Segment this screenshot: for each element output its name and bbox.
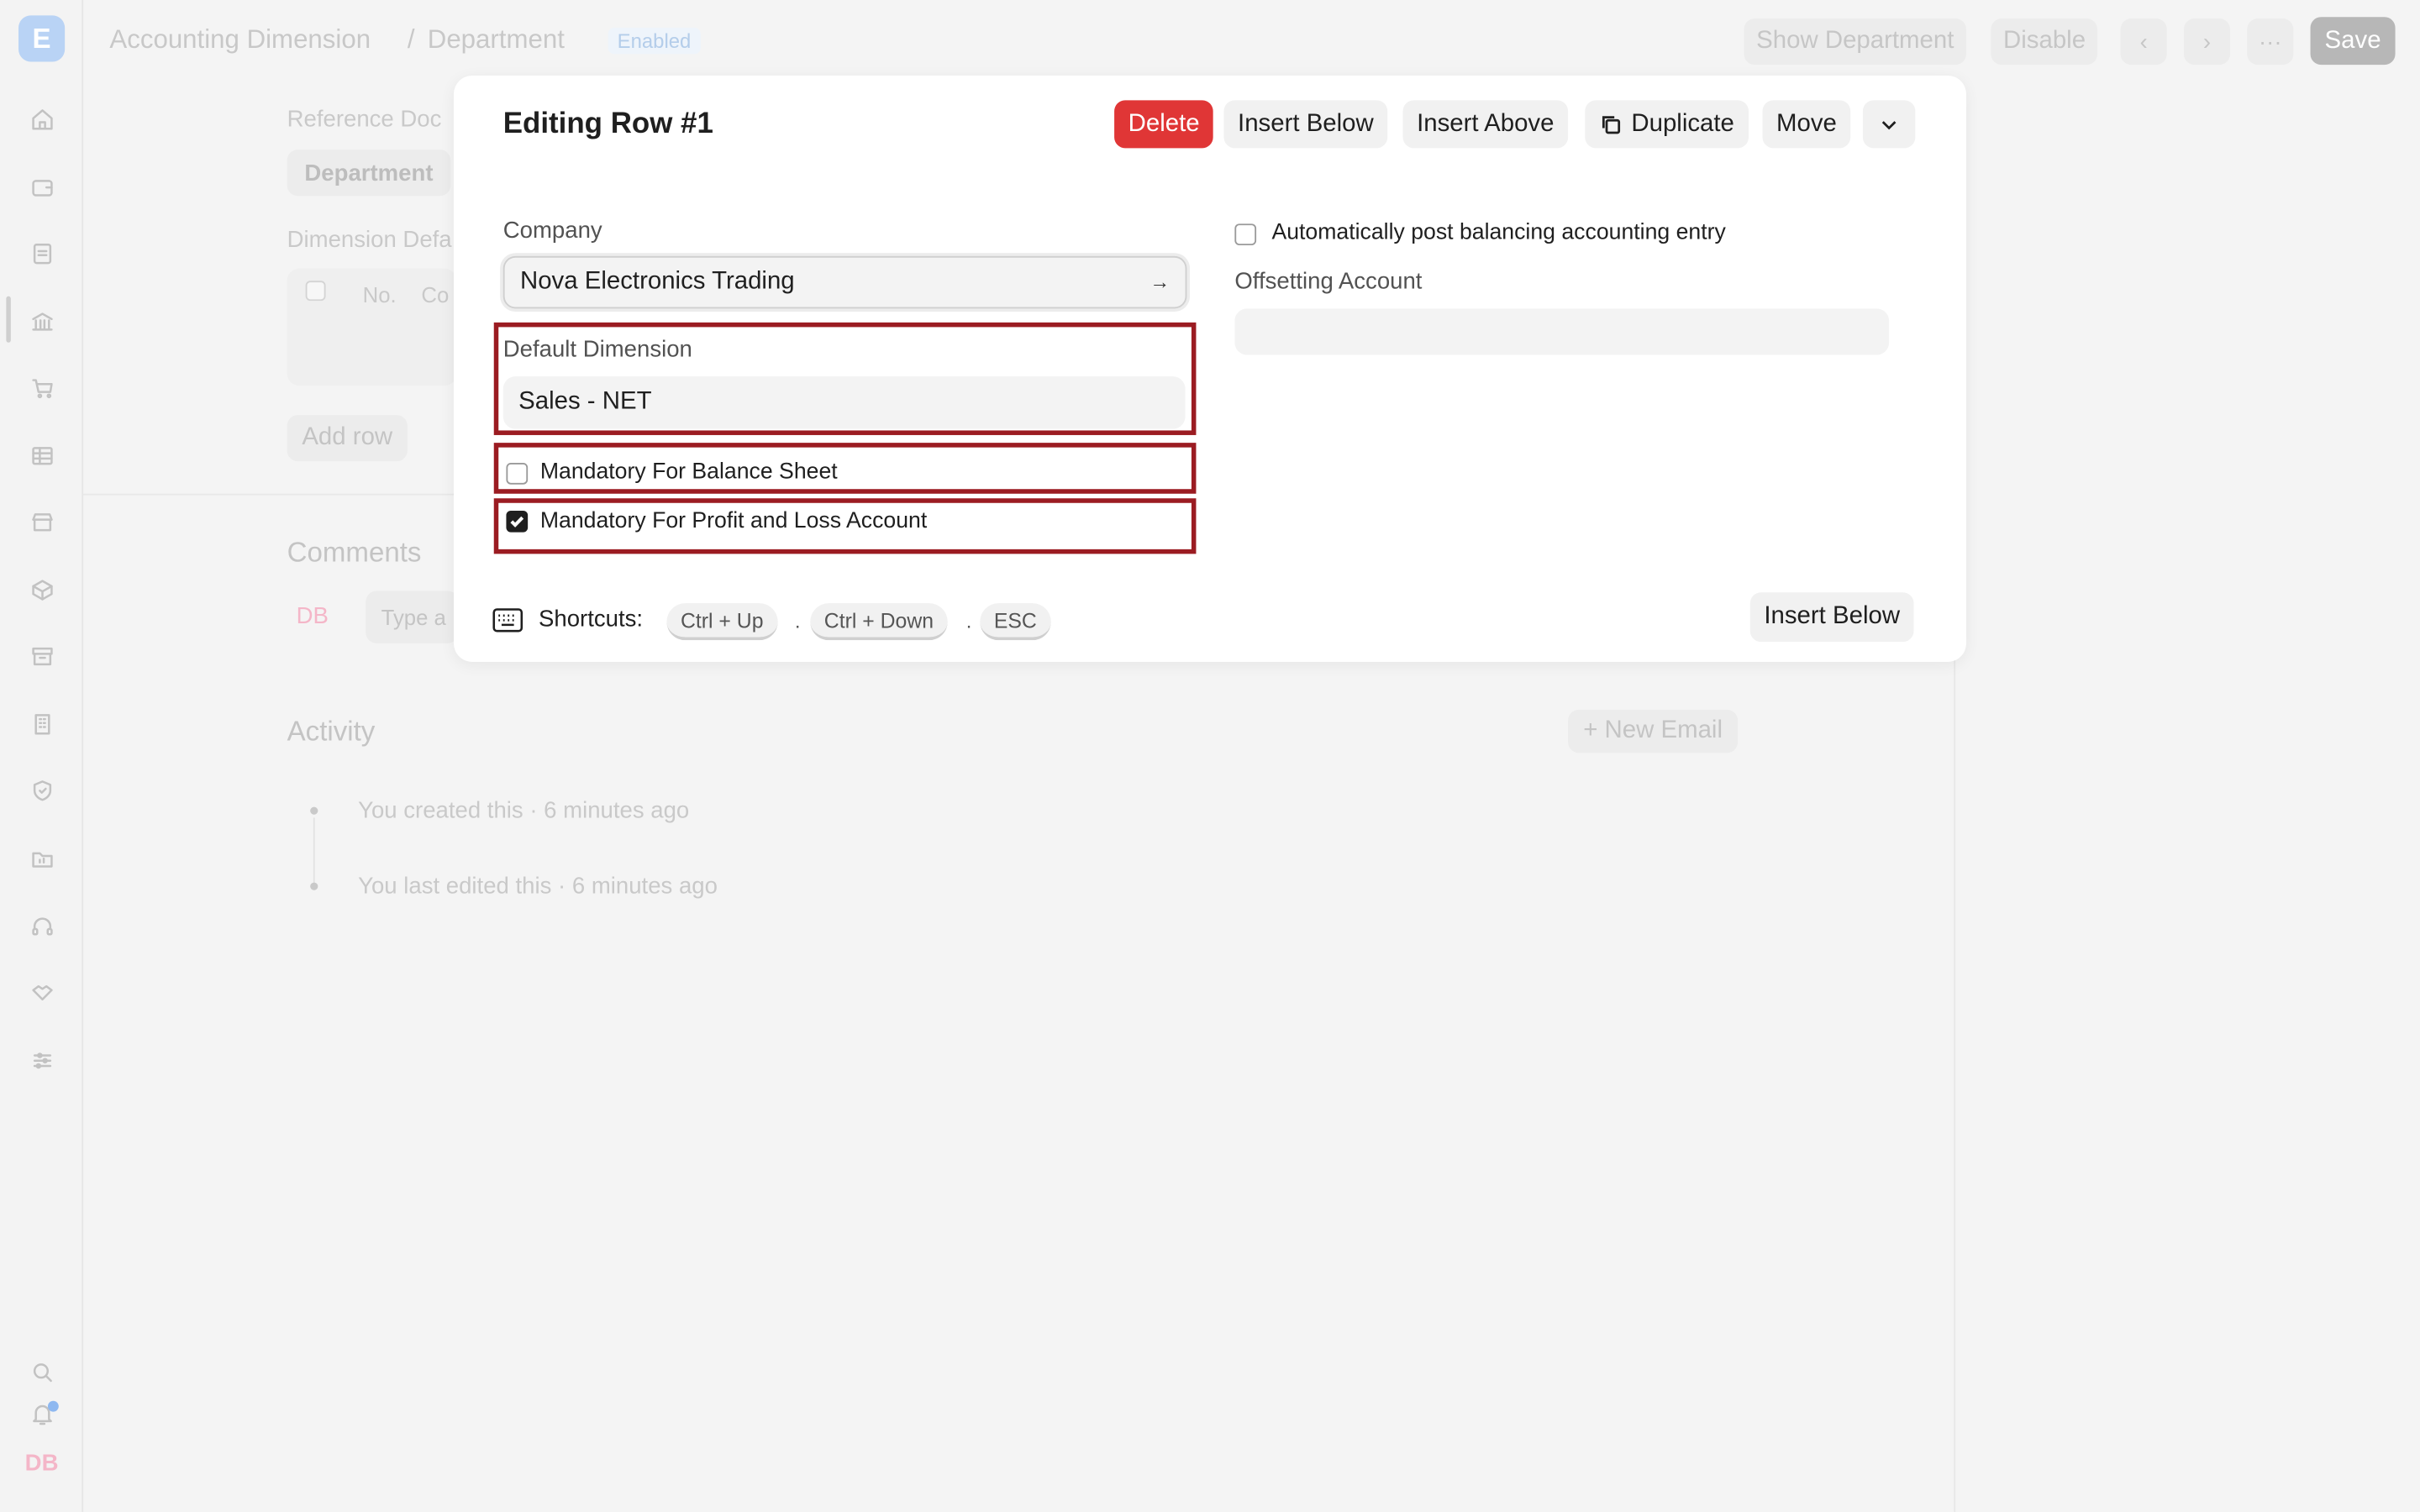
handshake-icon[interactable]: [26, 977, 57, 1008]
reference-document-label: Reference Doc: [287, 106, 442, 133]
offsetting-account-label: Offsetting Account: [1234, 268, 1423, 295]
sidebar: E DB: [0, 0, 84, 1512]
reference-document-value[interactable]: Department: [287, 150, 451, 197]
save-button[interactable]: Save: [2310, 17, 2396, 66]
shortcut-separator: .: [794, 609, 801, 633]
mandatory-balance-sheet-checkbox[interactable]: [506, 463, 529, 485]
edit-row-dialog: Editing Row #1 Delete Insert Below Inser…: [453, 75, 1966, 662]
cart-icon[interactable]: [26, 372, 57, 403]
dimension-defaults-label: Dimension Defa: [287, 226, 452, 254]
activity-dot: [310, 882, 318, 890]
search-icon[interactable]: [26, 1356, 57, 1387]
more-icon[interactable]: ···: [2247, 18, 2294, 66]
dialog-title: Editing Row #1: [502, 108, 713, 141]
shortcut-key: Ctrl + Up: [666, 603, 778, 641]
default-dimension-label: Default Dimension: [502, 336, 692, 363]
table-col-company: Co: [421, 282, 450, 307]
comments-heading: Comments: [287, 537, 422, 568]
activity-item: You created this · 6 minutes ago: [358, 797, 690, 824]
keyboard-icon: [492, 608, 523, 633]
archive-icon[interactable]: [26, 640, 57, 671]
insert-below-button[interactable]: Insert Below: [1223, 100, 1388, 149]
delete-button[interactable]: Delete: [1114, 100, 1214, 149]
company-field-value: Nova Electronics Trading: [519, 268, 795, 295]
breadcrumb-separator: /: [407, 24, 415, 55]
footer-insert-below-button[interactable]: Insert Below: [1749, 592, 1914, 643]
shortcuts-label: Shortcuts:: [539, 606, 644, 633]
mandatory-balance-sheet-label: Mandatory For Balance Sheet: [539, 459, 838, 485]
home-icon[interactable]: [26, 103, 57, 134]
page-root: E DB Accounting Dimension / Department E…: [0, 0, 2420, 1512]
company-field[interactable]: Nova Electronics Trading →: [502, 255, 1187, 309]
default-dimension-field[interactable]: Sales - NET: [502, 376, 1186, 429]
wallet-icon[interactable]: [26, 171, 57, 202]
activity-heading: Activity: [287, 716, 376, 747]
activity-item: You last edited this · 6 minutes ago: [358, 873, 718, 900]
auto-post-balancing-checkbox[interactable]: [1234, 223, 1257, 246]
page-title: Department: [427, 24, 565, 55]
copy-icon: [1602, 115, 1621, 134]
shortcut-key: Ctrl + Down: [810, 603, 948, 641]
move-button[interactable]: Move: [1762, 100, 1851, 149]
add-row-button[interactable]: Add row: [287, 415, 408, 462]
new-email-button[interactable]: + New Email: [1568, 709, 1739, 753]
mandatory-profit-loss-label: Mandatory For Profit and Loss Account: [539, 509, 928, 534]
status-badge: Enabled: [608, 28, 701, 55]
auto-post-balancing-label: Automatically post balancing accounting …: [1271, 220, 1726, 246]
store-icon[interactable]: [26, 506, 57, 537]
folder-icon[interactable]: [26, 843, 57, 874]
table-select-all-checkbox[interactable]: [305, 281, 326, 302]
chevron-down-icon: [1881, 120, 1897, 129]
shortcut-separator: .: [965, 609, 972, 633]
sliders-icon[interactable]: [26, 1044, 57, 1075]
activity-timeline: [313, 817, 315, 886]
checkmark-icon: [510, 516, 524, 528]
app-logo[interactable]: E: [18, 15, 66, 62]
company-label: Company: [502, 217, 602, 244]
show-department-button[interactable]: Show Department: [1744, 18, 1967, 66]
shield-icon[interactable]: [26, 774, 57, 806]
mandatory-profit-loss-checkbox[interactable]: [506, 510, 529, 533]
insert-above-button[interactable]: Insert Above: [1402, 100, 1569, 149]
bank-icon[interactable]: [26, 306, 57, 337]
offsetting-account-field[interactable]: [1234, 308, 1890, 355]
table-col-no: No.: [362, 282, 397, 307]
comment-avatar: DB: [296, 603, 329, 630]
arrow-right-icon[interactable]: →: [1150, 270, 1170, 293]
file-icon[interactable]: [26, 238, 57, 269]
headset-icon[interactable]: [26, 911, 57, 942]
duplicate-button-label: Duplicate: [1631, 110, 1734, 137]
building-icon[interactable]: [26, 708, 57, 739]
box-icon[interactable]: [26, 574, 57, 605]
breadcrumb-parent[interactable]: Accounting Dimension: [109, 24, 371, 55]
disable-button[interactable]: Disable: [1991, 18, 2098, 66]
duplicate-button[interactable]: Duplicate: [1585, 100, 1749, 149]
chevron-right-icon[interactable]: ›: [2183, 18, 2231, 66]
comment-input[interactable]: Type a: [366, 591, 459, 643]
activity-dot: [310, 806, 318, 815]
user-avatar[interactable]: DB: [22, 1450, 62, 1483]
table-icon[interactable]: [26, 439, 57, 470]
topbar: Accounting Dimension / Department Enable…: [83, 0, 2420, 81]
shortcut-key: ESC: [980, 603, 1051, 641]
notification-dot: [47, 1400, 59, 1412]
chevron-left-icon[interactable]: ‹: [2120, 18, 2167, 66]
more-actions-button[interactable]: [1862, 100, 1916, 149]
sidebar-active-indicator: [6, 296, 11, 343]
